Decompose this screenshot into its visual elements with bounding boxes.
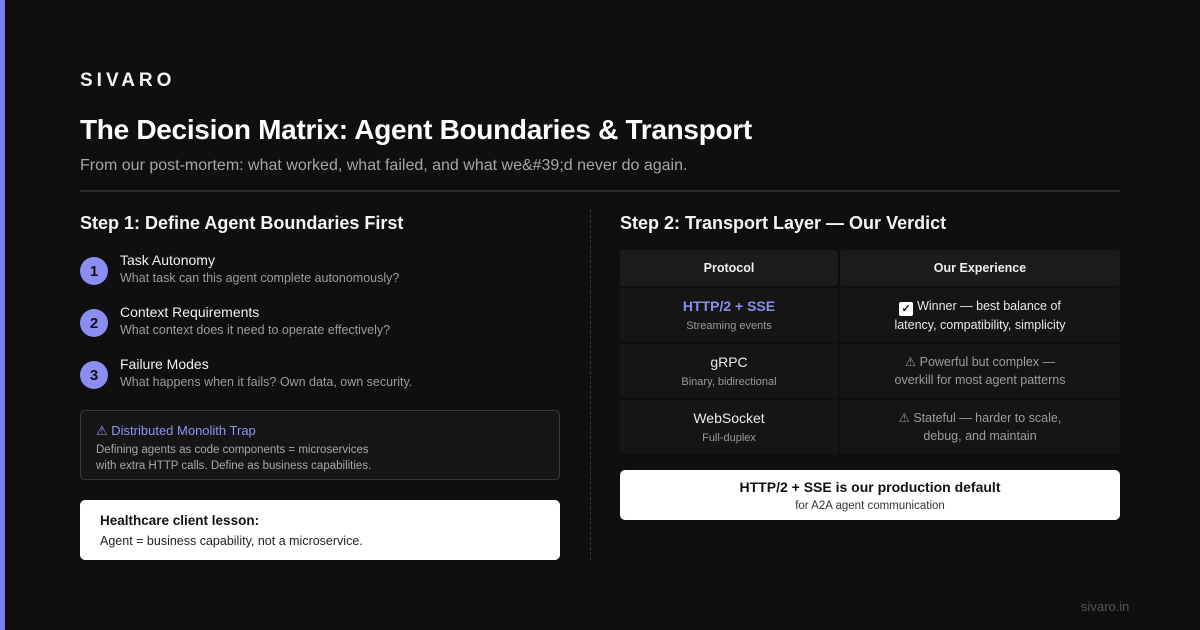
step1-heading: Step 1: Define Agent Boundaries First [80, 213, 404, 233]
trap-title: ⚠ Distributed Monolith Trap [96, 423, 256, 438]
criterion-text: Failure Modes What happens when it fails… [120, 356, 412, 391]
verdict-text: Winner — best balance of [917, 298, 1061, 313]
footer-url: sivaro.in [1081, 599, 1130, 614]
criterion-description: What happens when it fails? Own data, ow… [120, 375, 413, 389]
verdict-text: ⚠ Stateful — harder to scale, [898, 411, 1062, 425]
protocol-name: gRPC [710, 354, 748, 370]
boundary-criteria-list: 1 Task Autonomy What task can this agent… [80, 252, 560, 408]
step-number-badge: 1 [80, 257, 108, 285]
protocol-cell: WebSocket Full-duplex [620, 400, 838, 454]
column-header-experience: Our Experience [840, 250, 1120, 286]
protocol-description: Full-duplex [702, 432, 756, 444]
protocol-description: Binary, bidirectional [681, 376, 777, 388]
lesson-body: Agent = business capability, not a micro… [100, 534, 363, 548]
criterion-description: What context does it need to operate eff… [120, 323, 391, 337]
verdict-cell: ⚠ Powerful but complex — overkill for mo… [840, 344, 1120, 398]
monolith-trap-callout: ⚠ Distributed Monolith Trap Defining age… [80, 410, 560, 480]
header-divider [80, 190, 1120, 192]
protocol-cell: HTTP/2 + SSE Streaming events [620, 288, 838, 342]
table-row: gRPC Binary, bidirectional ⚠ Powerful bu… [620, 344, 1120, 398]
trap-line: Defining agents as code components = mic… [96, 444, 369, 456]
accent-bar [0, 0, 5, 630]
protocol-name: HTTP/2 + SSE [682, 298, 776, 314]
step2-heading: Step 2: Transport Layer — Our Verdict [620, 213, 947, 233]
table-row: HTTP/2 + SSE Streaming events ✓ Winner — … [620, 288, 1120, 342]
verdict-cell: ⚠ Stateful — harder to scale, debug, and… [840, 400, 1120, 454]
verdict-text: latency, compatibility, simplicity [894, 317, 1066, 332]
production-default-card: HTTP/2 + SSE is our production default f… [620, 470, 1120, 520]
table-header-row: Protocol Our Experience [620, 250, 1120, 286]
page-subtitle: From our post-mortem: what worked, what … [80, 157, 688, 174]
trap-body: Defining agents as code components = mic… [96, 442, 544, 474]
verdict-text: overkill for most agent patterns [894, 373, 1066, 387]
criterion-description: What task can this agent complete autono… [120, 271, 400, 285]
page-title: The Decision Matrix: Agent Boundaries & … [80, 114, 752, 145]
criterion-item: 2 Context Requirements What context does… [80, 304, 560, 356]
default-title: HTTP/2 + SSE is our production default [739, 479, 1001, 495]
protocol-description: Streaming events [686, 320, 772, 332]
check-icon: ✓ [899, 301, 914, 316]
default-subtitle: for A2A agent communication [795, 500, 945, 512]
protocol-name: WebSocket [693, 410, 765, 426]
step-number-badge: 3 [80, 361, 108, 389]
brand-logo: SIVARO [80, 70, 176, 91]
lesson-title: Healthcare client lesson: [100, 513, 260, 528]
table-row: WebSocket Full-duplex ⚠ Stateful — harde… [620, 400, 1120, 454]
verdict-text: debug, and maintain [923, 429, 1037, 443]
trap-line: with extra HTTP calls. Define as busines… [96, 460, 372, 472]
criterion-title: Failure Modes [120, 356, 209, 372]
criterion-item: 3 Failure Modes What happens when it fai… [80, 356, 560, 408]
protocol-cell: gRPC Binary, bidirectional [620, 344, 838, 398]
verdict-cell: ✓ Winner — best balance of latency, compa… [840, 288, 1120, 342]
criterion-item: 1 Task Autonomy What task can this agent… [80, 252, 560, 304]
column-header-protocol: Protocol [620, 250, 838, 286]
criterion-title: Task Autonomy [120, 252, 215, 268]
criterion-text: Context Requirements What context does i… [120, 304, 390, 339]
column-divider [590, 210, 591, 560]
lesson-card: Healthcare client lesson: Agent = busine… [80, 500, 560, 560]
verdict-text: ⚠ Powerful but complex — [904, 355, 1056, 369]
criterion-title: Context Requirements [120, 304, 260, 320]
step-number-badge: 2 [80, 309, 108, 337]
transport-matrix-table: Protocol Our Experience HTTP/2 + SSE Str… [620, 250, 1120, 456]
criterion-text: Task Autonomy What task can this agent c… [120, 252, 399, 287]
